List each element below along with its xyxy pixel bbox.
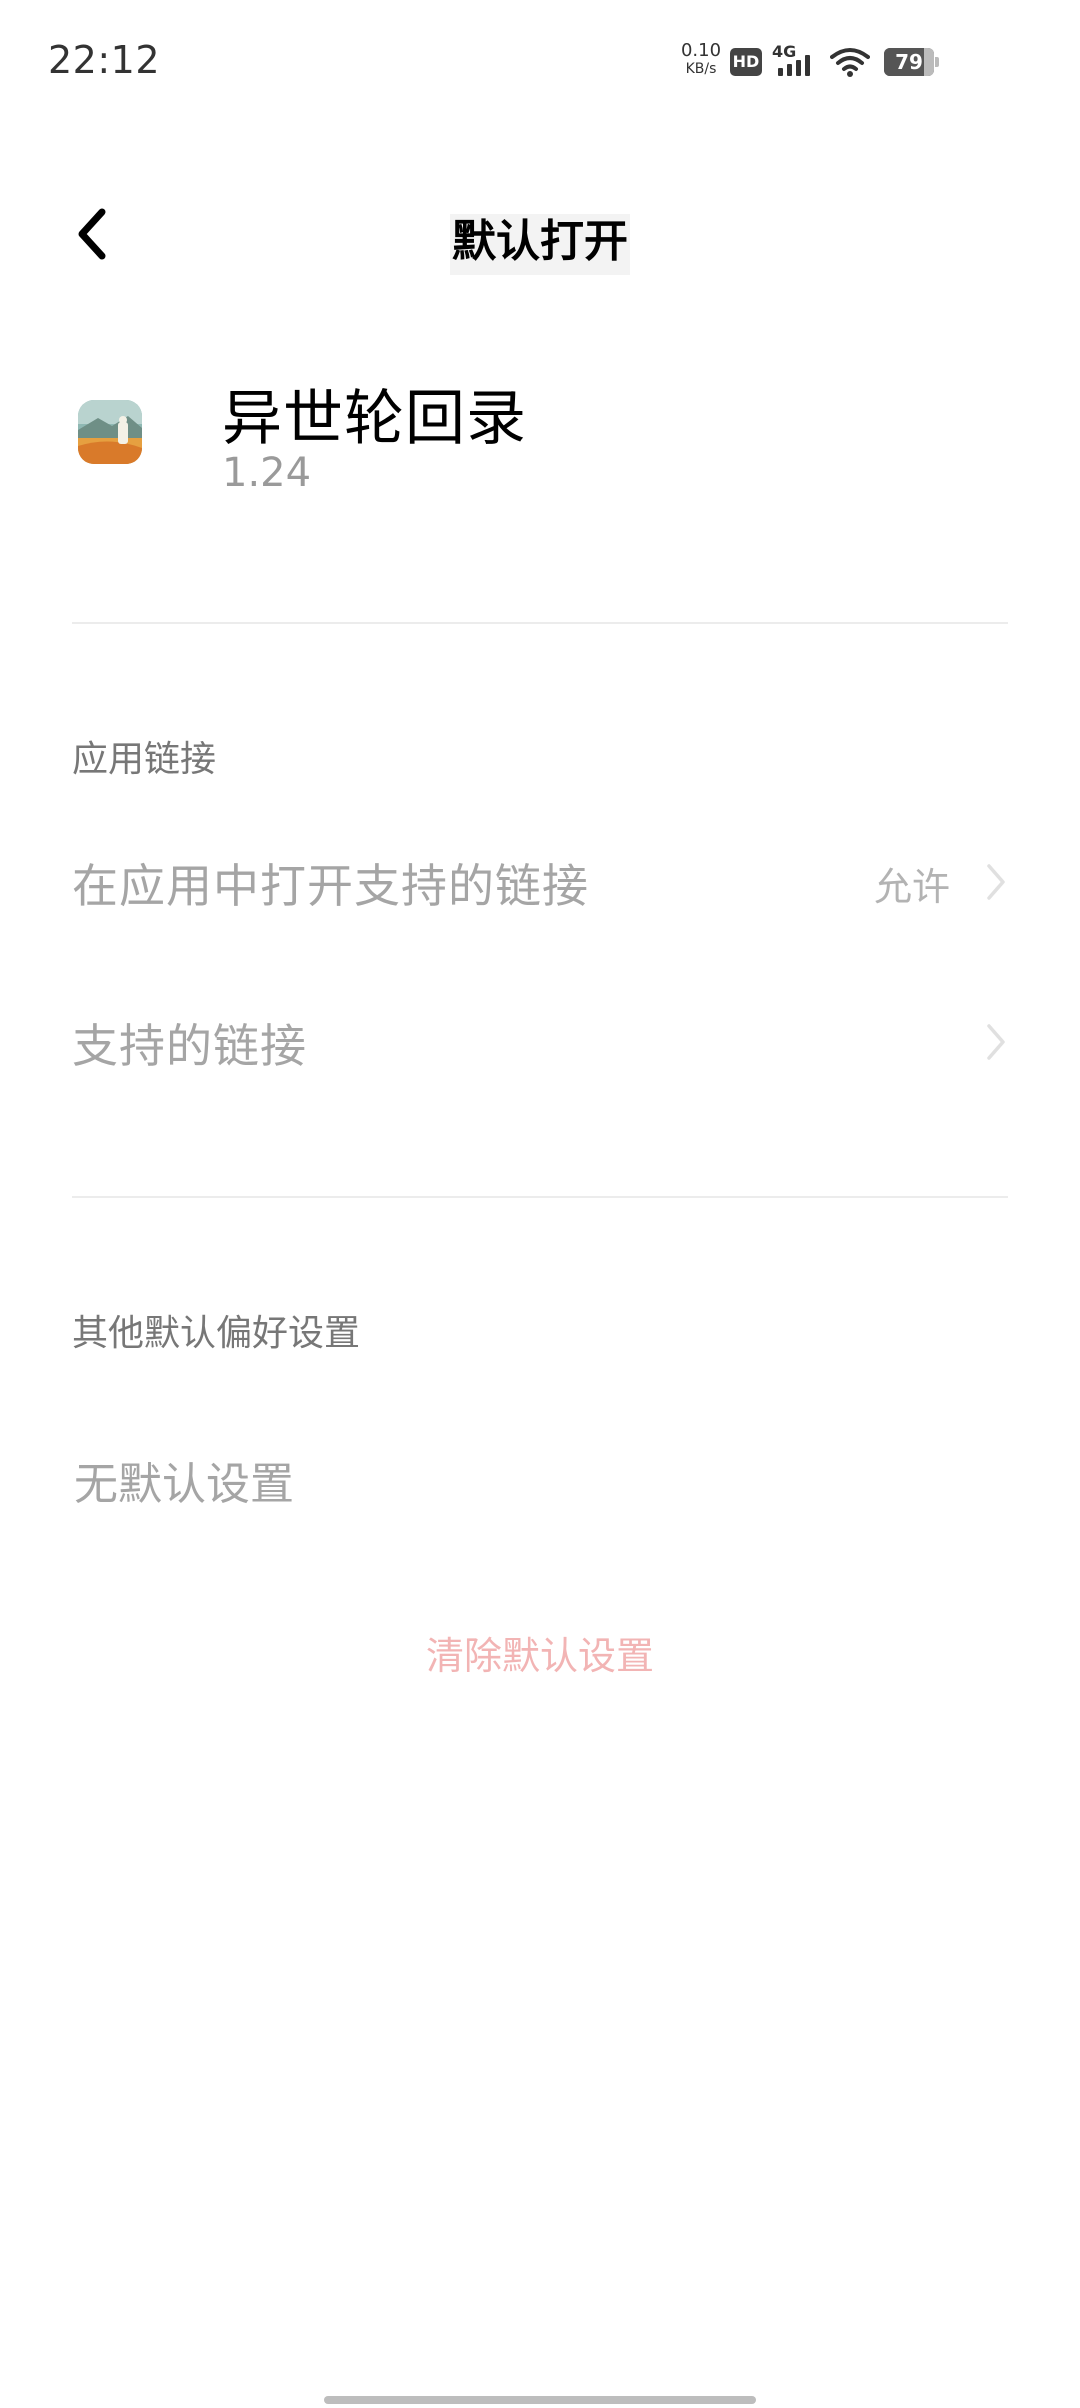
wifi-icon [830,46,870,78]
section-title-other-defaults: 其他默认偏好设置 [72,1313,361,1354]
cellular-signal-icon: 4G [772,44,820,80]
supported-links-row[interactable]: 支持的链接 [72,986,1008,1096]
app-version: 1.24 [222,450,312,496]
app-name: 异世轮回录 [222,384,527,454]
clear-defaults-button[interactable]: 清除默认设置 [340,1616,740,1696]
hd-icon: HD [730,48,762,76]
divider [72,622,1008,624]
network-speed-unit: KB/s [685,61,717,77]
home-indicator[interactable] [324,2396,756,2404]
status-time: 22:12 [48,38,161,82]
open-supported-links-value: 允许 [873,865,950,909]
battery-icon: 79 [884,48,940,76]
open-supported-links-row[interactable]: 在应用中打开支持的链接 允许 [72,826,1008,936]
section-title-app-links: 应用链接 [72,739,217,780]
page-title: 默认打开 [0,205,1080,275]
chevron-right-icon [987,1024,1005,1060]
chevron-right-icon [987,864,1005,900]
app-icon [78,400,142,464]
network-speed-value: 0.10 [680,40,722,61]
no-defaults-text: 无默认设置 [74,1459,294,1510]
battery-level: 79 [895,50,923,74]
divider [72,1196,1008,1198]
open-supported-links-label: 在应用中打开支持的链接 [72,859,589,913]
network-speed: 0.10 KB/s [680,40,722,77]
status-bar: 22:12 0.10 KB/s HD 4G 79 [0,0,1080,120]
supported-links-label: 支持的链接 [72,1019,307,1073]
page-title-text: 默认打开 [450,214,630,275]
